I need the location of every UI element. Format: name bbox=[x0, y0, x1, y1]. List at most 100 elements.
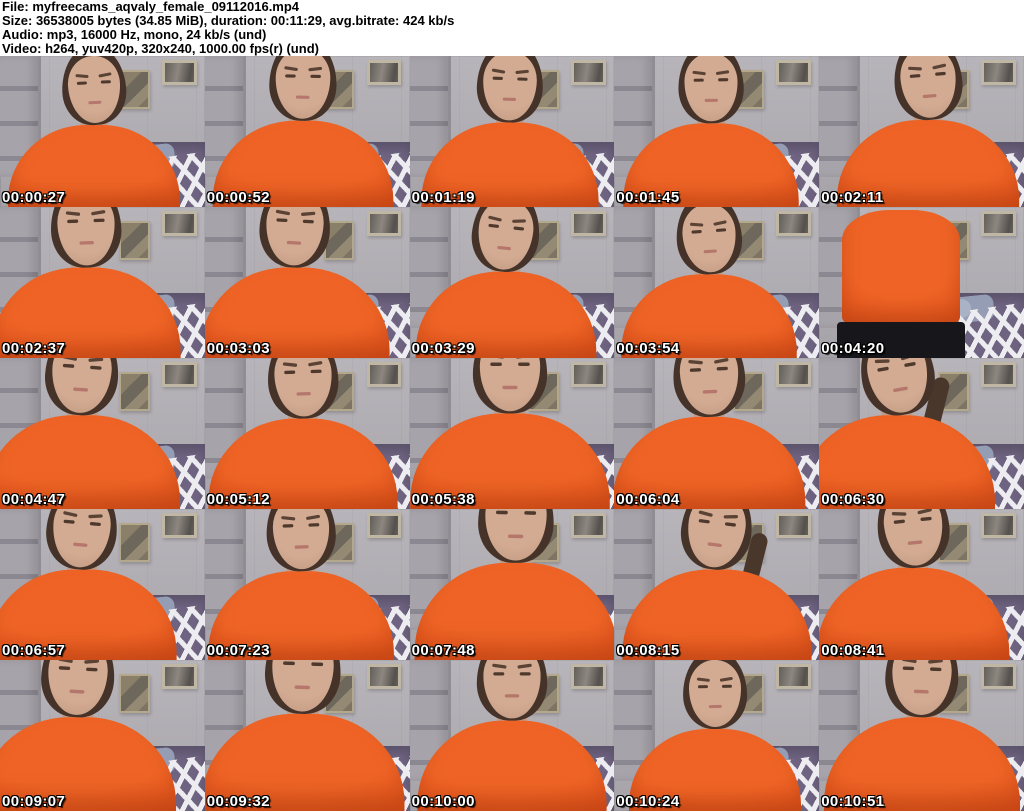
person-head bbox=[476, 660, 548, 721]
eyebrow bbox=[306, 514, 321, 521]
video-thumbnail[interactable]: 00:02:37 bbox=[0, 207, 205, 358]
eye bbox=[284, 370, 296, 375]
eye bbox=[909, 74, 921, 79]
eyebrow bbox=[697, 510, 713, 518]
eyebrow bbox=[84, 660, 100, 664]
video-thumbnail[interactable]: 00:03:54 bbox=[614, 207, 820, 358]
eye bbox=[920, 517, 932, 522]
mouth bbox=[708, 704, 722, 709]
eyebrow bbox=[75, 74, 89, 79]
person-figure bbox=[411, 207, 600, 358]
eyebrow bbox=[713, 358, 729, 364]
timestamp-label: 00:01:19 bbox=[411, 189, 475, 206]
eye bbox=[285, 74, 297, 79]
eyebrow bbox=[491, 68, 506, 74]
eye bbox=[58, 666, 71, 671]
eye bbox=[698, 519, 711, 525]
video-thumbnail[interactable]: 00:06:04 bbox=[614, 358, 820, 509]
video-thumbnail[interactable]: 00:09:07 bbox=[0, 660, 205, 811]
timestamp-label: 00:06:04 bbox=[616, 491, 680, 508]
timestamp-label: 00:10:24 bbox=[616, 793, 680, 810]
video-thumbnail[interactable]: 00:07:23 bbox=[204, 509, 410, 660]
person-head bbox=[268, 56, 338, 122]
eye bbox=[715, 228, 726, 233]
timestamp-label: 00:07:48 bbox=[411, 642, 475, 659]
mouth bbox=[295, 95, 310, 100]
mouth bbox=[704, 98, 718, 103]
video-thumbnail[interactable]: 00:06:30 bbox=[819, 358, 1024, 509]
person-head bbox=[890, 56, 966, 123]
eyebrow bbox=[275, 209, 290, 216]
eye bbox=[934, 72, 946, 77]
eye bbox=[85, 667, 97, 673]
video-thumbnail[interactable]: 00:06:57 bbox=[0, 509, 205, 660]
timestamp-label: 00:02:11 bbox=[821, 189, 884, 206]
mouth bbox=[72, 542, 88, 548]
video-thumbnail[interactable]: 00:01:19 bbox=[409, 56, 615, 207]
video-thumbnail[interactable]: 00:10:51 bbox=[819, 660, 1024, 811]
eyebrow bbox=[88, 358, 104, 363]
video-thumbnail[interactable]: 00:09:32 bbox=[204, 660, 410, 811]
eye bbox=[302, 220, 314, 224]
mouth bbox=[496, 245, 511, 251]
eye bbox=[894, 519, 906, 525]
person-figure bbox=[819, 509, 1014, 660]
person-head bbox=[472, 358, 548, 414]
video-thumbnail[interactable]: 00:05:12 bbox=[204, 358, 410, 509]
person-figure bbox=[617, 207, 801, 358]
video-thumbnail[interactable]: 00:08:41 bbox=[819, 509, 1024, 660]
eyebrow bbox=[62, 510, 78, 518]
timestamp-label: 00:02:37 bbox=[2, 340, 66, 357]
person-head bbox=[43, 509, 121, 573]
mouth bbox=[703, 249, 717, 254]
eyebrow bbox=[98, 72, 113, 78]
eye bbox=[276, 218, 288, 223]
video-thumbnail[interactable]: 00:04:20 bbox=[819, 207, 1024, 358]
eyebrow bbox=[874, 359, 890, 364]
eye bbox=[517, 363, 530, 367]
video-thumbnail[interactable]: 00:01:45 bbox=[614, 56, 820, 207]
eyebrow bbox=[917, 509, 933, 515]
person-figure bbox=[204, 207, 394, 358]
video-thumbnail[interactable]: 00:04:47 bbox=[0, 358, 205, 509]
eye bbox=[77, 81, 88, 86]
face bbox=[862, 358, 934, 418]
eyebrow bbox=[696, 677, 710, 683]
eye bbox=[63, 364, 75, 369]
person-head bbox=[42, 358, 122, 418]
video-thumbnail[interactable]: 00:05:38 bbox=[409, 358, 615, 509]
timestamp-label: 00:03:03 bbox=[206, 340, 271, 357]
eye bbox=[310, 370, 322, 374]
eye bbox=[724, 522, 736, 528]
eyebrow bbox=[689, 222, 703, 227]
eyebrow bbox=[280, 516, 296, 521]
mouth bbox=[294, 685, 311, 690]
person-figure bbox=[619, 56, 803, 207]
person-figure bbox=[819, 358, 999, 509]
video-thumbnail[interactable]: 00:10:00 bbox=[409, 660, 615, 811]
timestamp-label: 00:10:00 bbox=[411, 793, 475, 810]
person-head bbox=[265, 509, 338, 573]
eye bbox=[488, 224, 500, 229]
video-thumbnail[interactable]: 00:07:48 bbox=[409, 509, 615, 660]
video-thumbnail[interactable]: 00:10:24 bbox=[614, 660, 820, 811]
person-figure bbox=[204, 660, 409, 811]
video-thumbnail[interactable]: 00:02:11 bbox=[819, 56, 1024, 207]
video-thumbnail[interactable]: 00:00:52 bbox=[204, 56, 410, 207]
eyebrow bbox=[515, 69, 530, 75]
eyebrow bbox=[932, 63, 947, 70]
eye bbox=[492, 77, 504, 81]
eyebrow bbox=[57, 660, 73, 664]
video-thumbnail[interactable]: 00:03:03 bbox=[204, 207, 410, 358]
video-thumbnail[interactable]: 00:08:15 bbox=[614, 509, 820, 660]
person-head bbox=[883, 660, 960, 719]
person-head bbox=[263, 660, 343, 716]
video-thumbnail[interactable]: 00:00:27 bbox=[0, 56, 205, 207]
mouth bbox=[294, 544, 309, 550]
video-thumbnail[interactable]: 00:03:29 bbox=[409, 207, 615, 358]
eye bbox=[929, 667, 941, 672]
eye bbox=[516, 77, 528, 82]
eye bbox=[67, 219, 79, 224]
eyebrow bbox=[283, 66, 298, 72]
person-figure bbox=[0, 358, 185, 509]
